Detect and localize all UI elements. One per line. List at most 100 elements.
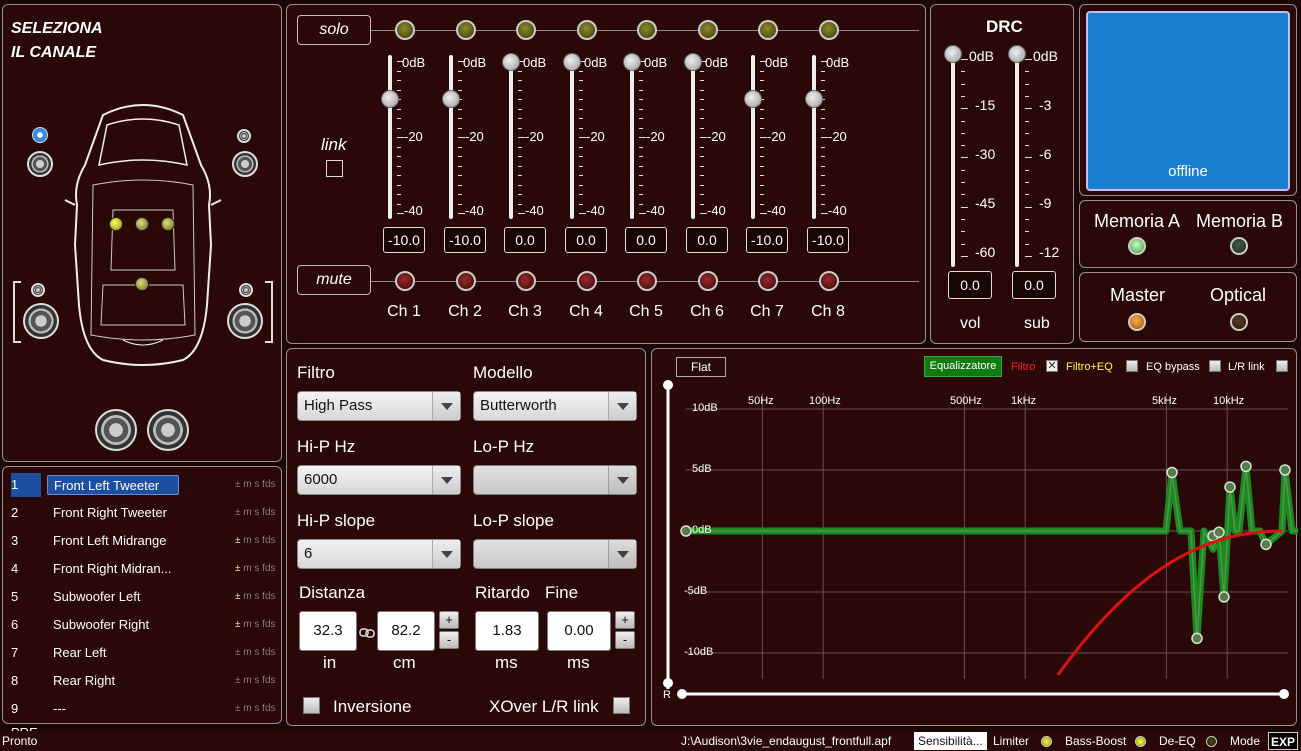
mute-led-ch2[interactable] (456, 271, 476, 291)
eq-node[interactable] (1191, 632, 1203, 645)
mute-led-ch7[interactable] (758, 271, 778, 291)
eq-node[interactable] (1224, 481, 1236, 493)
channel-list-item[interactable]: 8 Rear Right ± m s fds (9, 669, 279, 693)
modello-combo[interactable]: Butterworth (473, 391, 637, 421)
mute-led-ch5[interactable] (637, 271, 657, 291)
fader-value-ch4[interactable]: 0.0 (565, 227, 607, 253)
drc-sub-knob[interactable] (1008, 45, 1026, 63)
eq-node[interactable] (1213, 526, 1225, 538)
graph-v-slider-top[interactable] (663, 380, 673, 390)
fine-minus-button[interactable]: - (615, 631, 635, 649)
eq-node[interactable] (1166, 466, 1178, 479)
drc-vol-track[interactable] (951, 51, 955, 267)
fader-value-ch7[interactable]: -10.0 (746, 227, 788, 253)
graph-h-slider-left[interactable] (677, 689, 687, 699)
fader-knob-ch5[interactable] (623, 53, 641, 71)
solo-led-ch6[interactable] (698, 20, 718, 40)
distance-inch-input[interactable]: 32.3 (299, 611, 357, 651)
inversione-checkbox[interactable] (303, 697, 320, 714)
drc-vol-knob[interactable] (944, 45, 962, 63)
solo-led-ch2[interactable] (456, 20, 476, 40)
mute-led-ch6[interactable] (698, 271, 718, 291)
channel-list-item[interactable]: 7 Rear Left ± m s fds (9, 641, 279, 665)
xover-lr-link-checkbox[interactable] (613, 697, 630, 714)
optical-led[interactable] (1230, 313, 1248, 331)
channel-flags[interactable]: ± m s fds (235, 473, 276, 497)
fader-track-ch5[interactable] (630, 55, 634, 219)
tweeter-left-selector[interactable] (32, 127, 48, 143)
eq-node[interactable] (1279, 464, 1291, 476)
solo-led-ch8[interactable] (819, 20, 839, 40)
eq-node[interactable] (1260, 538, 1272, 551)
memoria-b-led[interactable] (1230, 237, 1248, 255)
fine-plus-button[interactable]: + (615, 611, 635, 629)
fader-track-ch6[interactable] (691, 55, 695, 219)
mute-led-ch8[interactable] (819, 271, 839, 291)
drc-sub-value[interactable]: 0.0 (1012, 271, 1056, 299)
fader-knob-ch4[interactable] (563, 53, 581, 71)
channel-list-item[interactable]: 9 PRE---± m s fds (9, 697, 279, 740)
fader-value-ch5[interactable]: 0.0 (625, 227, 667, 253)
channel-flags[interactable]: ± m s fds (235, 613, 276, 637)
eq-node[interactable] (1240, 460, 1252, 473)
channel-list-item[interactable]: 5 Subwoofer Left ± m s fds (9, 585, 279, 609)
eq-node[interactable] (1218, 591, 1230, 603)
mute-led-ch3[interactable] (516, 271, 536, 291)
fader-track-ch8[interactable] (812, 55, 816, 219)
fader-track-ch2[interactable] (449, 55, 453, 219)
tweeter-right-speaker[interactable] (237, 129, 251, 143)
hip-slope-combo[interactable]: 6 (297, 539, 461, 569)
fader-value-ch8[interactable]: -10.0 (807, 227, 849, 253)
fader-knob-ch2[interactable] (442, 90, 460, 108)
channel-flags[interactable]: ± m s fds (235, 557, 276, 581)
fader-track-ch3[interactable] (509, 55, 513, 219)
drc-vol-value[interactable]: 0.0 (948, 271, 992, 299)
fader-knob-ch8[interactable] (805, 90, 823, 108)
channel-flags[interactable]: ± m s fds (235, 585, 276, 609)
delay-input[interactable]: 1.83 (475, 611, 539, 651)
link-checkbox[interactable] (326, 160, 343, 177)
fader-knob-ch7[interactable] (744, 90, 762, 108)
channel-flags[interactable]: ± m s fds (235, 529, 276, 553)
master-led[interactable] (1128, 313, 1146, 331)
distance-minus-button[interactable]: - (439, 631, 459, 649)
fader-value-ch2[interactable]: -10.0 (444, 227, 486, 253)
mid-right-speaker[interactable] (232, 151, 258, 177)
fader-track-ch4[interactable] (570, 55, 574, 219)
mute-led-ch4[interactable] (577, 271, 597, 291)
channel-list-item[interactable]: 1 Front Left Tweeter ± m s fds (9, 473, 279, 497)
rear-right-speaker[interactable] (227, 303, 263, 339)
channel-list-item[interactable]: 4 Front Right Midran... ± m s fds (9, 557, 279, 581)
solo-led-ch7[interactable] (758, 20, 778, 40)
graph-h-slider-right[interactable] (1279, 689, 1289, 699)
drc-sub-track[interactable] (1015, 51, 1019, 267)
filtro-combo[interactable]: High Pass (297, 391, 461, 421)
mid-left-speaker[interactable] (27, 151, 53, 177)
fader-knob-ch1[interactable] (381, 90, 399, 108)
distance-plus-button[interactable]: + (439, 611, 459, 629)
solo-led-ch3[interactable] (516, 20, 536, 40)
hip-hz-combo[interactable]: 6000 (297, 465, 461, 495)
seat-front-right[interactable] (161, 217, 175, 231)
fader-value-ch1[interactable]: -10.0 (383, 227, 425, 253)
lop-hz-combo[interactable] (473, 465, 637, 495)
channel-list-item[interactable]: 6 Subwoofer Right ± m s fds (9, 613, 279, 637)
channel-flags[interactable]: ± m s fds (235, 501, 276, 525)
eq-node[interactable] (680, 525, 692, 537)
channel-list-item[interactable]: 3 Front Left Midrange ± m s fds (9, 529, 279, 553)
mute-button[interactable]: mute (297, 265, 371, 295)
mode-value[interactable]: EXP (1268, 732, 1299, 750)
rear-left-tweeter[interactable] (31, 283, 45, 297)
channel-flags[interactable]: ± m s fds (235, 669, 276, 693)
mute-led-ch1[interactable] (395, 271, 415, 291)
lop-slope-combo[interactable] (473, 539, 637, 569)
solo-led-ch4[interactable] (577, 20, 597, 40)
solo-led-ch5[interactable] (637, 20, 657, 40)
seat-rear-center[interactable] (135, 277, 149, 291)
subwoofer-left[interactable] (95, 409, 137, 451)
channel-flags[interactable]: ± m s fds (235, 697, 276, 721)
rear-right-tweeter[interactable] (239, 283, 253, 297)
fader-knob-ch6[interactable] (684, 53, 702, 71)
sensitivity-button[interactable]: Sensibilità... (914, 732, 987, 750)
rear-left-speaker[interactable] (23, 303, 59, 339)
